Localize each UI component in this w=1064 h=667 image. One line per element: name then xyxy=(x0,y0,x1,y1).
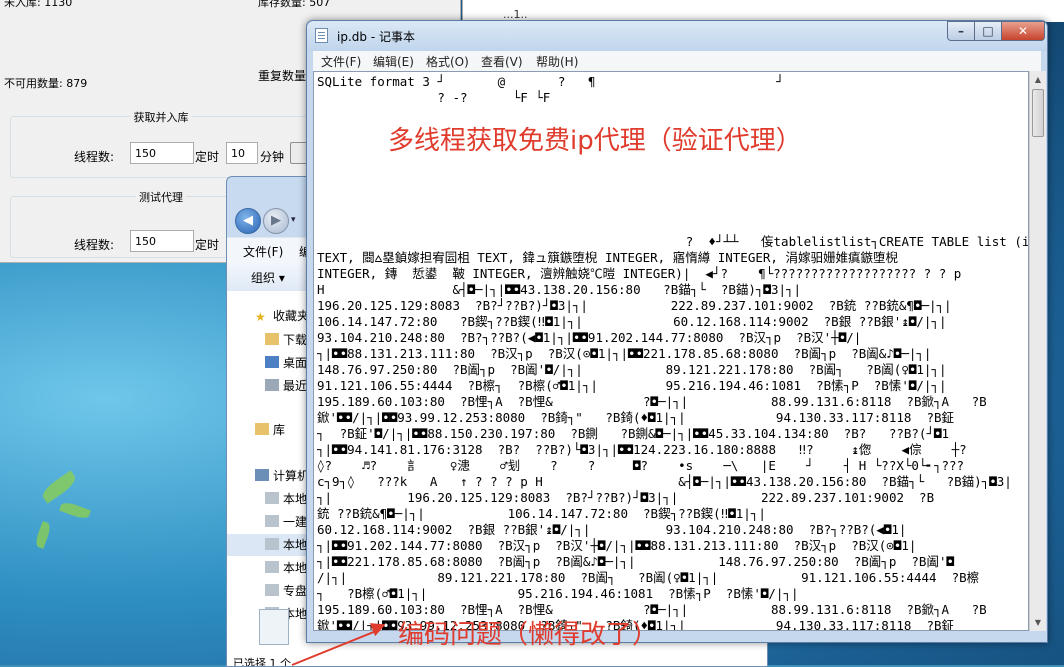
threads-input[interactable]: 150 xyxy=(130,142,194,164)
menu-format[interactable]: 格式(O) xyxy=(426,53,469,70)
nav-recent[interactable]: 最近 xyxy=(265,377,307,394)
maximize-button[interactable]: □ xyxy=(974,21,1002,41)
pending-count-label: 未入库: 1130 xyxy=(4,0,73,9)
duplicate-count-label: 重复数量 xyxy=(258,69,307,83)
drive-icon xyxy=(265,584,279,596)
nav-drive[interactable]: 专盘 xyxy=(265,582,307,599)
nav-computer[interactable]: 计算机 xyxy=(255,467,309,484)
scroll-down-icon[interactable]: ▼ xyxy=(1030,614,1046,631)
nav-desktop[interactable]: 桌面 xyxy=(265,354,307,371)
threads-label: 线程数: xyxy=(74,150,115,164)
folder-icon xyxy=(265,333,279,345)
minutes-label: 分钟 xyxy=(260,150,285,164)
organize-button[interactable]: 组织 ▾ xyxy=(251,269,285,286)
notepad-menubar: 文件(F) 编辑(E) 格式(O) 查看(V) 帮助(H) xyxy=(313,51,1041,71)
scroll-thumb[interactable] xyxy=(1032,89,1044,137)
drive-icon xyxy=(265,561,279,573)
library-icon xyxy=(255,423,269,435)
desktop-icon xyxy=(265,356,279,368)
threads-input-2[interactable]: 150 xyxy=(130,230,194,252)
file-thumbnail-icon xyxy=(259,609,289,645)
drive-icon xyxy=(265,492,279,504)
nav-drive[interactable]: 本地 xyxy=(265,490,307,507)
menu-help[interactable]: 帮助(H) xyxy=(536,53,578,70)
notepad-icon xyxy=(315,28,328,43)
computer-icon xyxy=(255,469,269,481)
threads-label-2: 线程数: xyxy=(74,238,115,252)
notepad-content: SQLite format 3 ┘ @ ? ¶ ┘ ? -? └F └F ? ♦… xyxy=(317,74,1029,631)
notepad-titlebar[interactable]: ip.db - 记事本 – □ ✕ xyxy=(307,21,1047,51)
nav-drive[interactable]: 本地 xyxy=(265,536,307,553)
nav-drive[interactable]: 本地 xyxy=(265,559,307,576)
background-window: ...1.. xyxy=(462,0,1064,22)
notepad-window: ip.db - 记事本 – □ ✕ 文件(F) 编辑(E) 格式(O) 查看(V… xyxy=(306,20,1048,643)
explorer-menu-file[interactable]: 文件(F) xyxy=(243,243,283,260)
back-icon[interactable]: ◀ xyxy=(235,208,261,234)
annotation-top: 多线程获取免费ip代理（验证代理） xyxy=(388,126,802,156)
stock-count-label: 库存数量: 507 xyxy=(258,0,331,9)
recent-icon xyxy=(265,379,279,391)
annotation-bottom: 编码问题（懒得改了） xyxy=(398,620,659,650)
drive-icon xyxy=(265,538,279,550)
forward-icon[interactable]: ▶ xyxy=(263,208,289,234)
scroll-up-icon[interactable]: ▲ xyxy=(1030,71,1046,88)
fetch-store-group-title: 获取并入库 xyxy=(130,109,192,125)
timer-label: 定时 xyxy=(195,150,220,164)
menu-view[interactable]: 查看(V) xyxy=(481,53,523,70)
minimize-button[interactable]: – xyxy=(947,21,975,41)
unavailable-count-label: 不可用数量: 879 xyxy=(4,77,88,90)
explorer-status-text: 已选择 1 个 xyxy=(233,657,291,667)
star-icon: ★ xyxy=(255,310,266,324)
test-proxy-group-title: 测试代理 xyxy=(136,189,186,205)
nav-downloads[interactable]: 下载 xyxy=(265,331,307,348)
timer-input[interactable]: 10 xyxy=(226,142,258,164)
nav-drive[interactable]: 一建 xyxy=(265,513,307,530)
drive-icon xyxy=(265,515,279,527)
menu-edit[interactable]: 编辑(E) xyxy=(373,53,414,70)
close-button[interactable]: ✕ xyxy=(1001,21,1045,41)
nav-favorites[interactable]: ★ 收藏夹 xyxy=(255,307,309,324)
timer-label-2: 定时 xyxy=(195,238,220,252)
menu-file[interactable]: 文件(F) xyxy=(321,53,361,70)
notepad-title: ip.db - 记事本 xyxy=(337,30,415,44)
history-dropdown-icon[interactable]: ▾ xyxy=(291,215,296,225)
nav-libraries[interactable]: 库 xyxy=(255,421,285,438)
vertical-scrollbar[interactable]: ▲ ▼ xyxy=(1029,71,1046,631)
